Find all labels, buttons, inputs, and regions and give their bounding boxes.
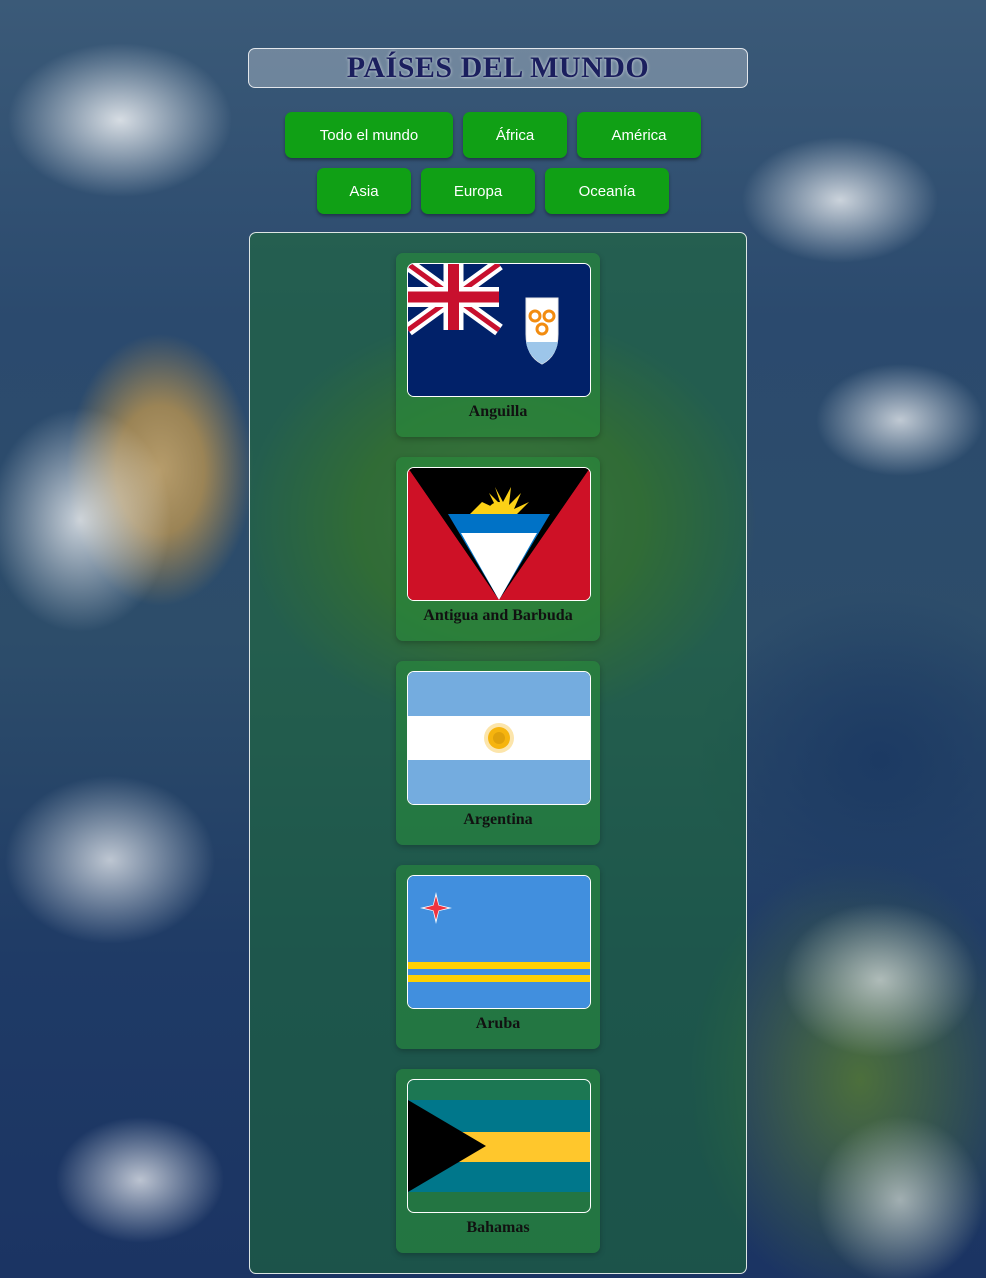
filter-row-1: Todo el mundo África América	[0, 112, 986, 158]
antigua-and-barbuda-flag-icon	[407, 467, 591, 601]
filter-row-2: Asia Europa Oceanía	[0, 168, 986, 214]
aruba-flag-icon	[407, 875, 591, 1009]
filter-button-asia[interactable]: Asia	[317, 168, 411, 214]
country-name: Bahamas	[466, 1219, 530, 1236]
filter-button-oceania[interactable]: Oceanía	[545, 168, 669, 214]
page-title: PAÍSES DEL MUNDO	[346, 51, 650, 84]
filter-button-todo-el-mundo[interactable]: Todo el mundo	[285, 112, 453, 158]
country-card-argentina[interactable]: Argentina	[396, 661, 600, 845]
country-name: Anguilla	[468, 403, 528, 420]
bahamas-flag-icon	[407, 1079, 591, 1213]
filter-button-europa[interactable]: Europa	[421, 168, 535, 214]
filter-button-america[interactable]: América	[577, 112, 701, 158]
country-card-bahamas[interactable]: Bahamas	[396, 1069, 600, 1253]
anguilla-flag-icon	[407, 263, 591, 397]
country-card-aruba[interactable]: Aruba	[396, 865, 600, 1049]
country-name: Aruba	[475, 1015, 521, 1032]
country-list-panel: Anguilla Antigua and Barbuda Argentina A…	[249, 232, 747, 1274]
country-name: Argentina	[463, 811, 533, 828]
country-name: Antigua and Barbuda	[423, 607, 573, 624]
country-card-anguilla[interactable]: Anguilla	[396, 253, 600, 437]
page-title-bar: PAÍSES DEL MUNDO	[248, 48, 748, 88]
country-card-antigua-and-barbuda[interactable]: Antigua and Barbuda	[396, 457, 600, 641]
filter-button-africa[interactable]: África	[463, 112, 567, 158]
argentina-flag-icon	[407, 671, 591, 805]
